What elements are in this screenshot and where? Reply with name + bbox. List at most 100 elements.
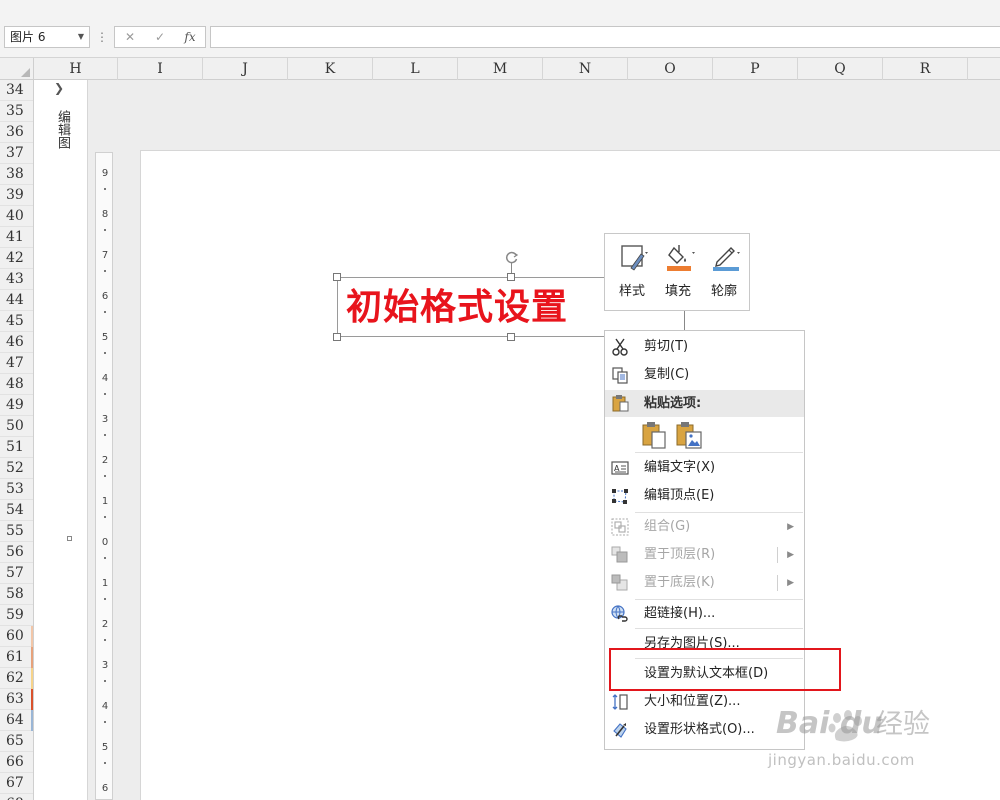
menu-item-send-to-back[interactable]: 置于底层(K) ▶ <box>605 569 804 597</box>
row-number[interactable]: 56 <box>0 542 33 563</box>
style-label: 样式 <box>618 284 645 299</box>
style-button[interactable]: 样式 <box>609 234 655 310</box>
enter-icon[interactable]: ✓ <box>147 27 173 47</box>
row-number[interactable]: 66 <box>0 752 33 773</box>
menu-item-hyperlink[interactable]: 超链接(H)... <box>605 600 804 628</box>
fill-label: 填充 <box>664 284 691 299</box>
menu-item-cut[interactable]: 剪切(T) <box>605 333 804 361</box>
row-number[interactable]: 49 <box>0 395 33 416</box>
edit-text-icon: A <box>611 461 629 475</box>
row-number[interactable]: 52 <box>0 458 33 479</box>
row-number[interactable]: 43 <box>0 269 33 290</box>
paw-logo-icon <box>828 710 862 742</box>
column-header-o[interactable]: O <box>628 58 713 80</box>
outline-button[interactable]: 轮廓 <box>701 234 747 310</box>
edit-pane-label[interactable]: 编辑图 <box>52 110 70 149</box>
row-number[interactable]: 46 <box>0 332 33 353</box>
submenu-arrow-icon[interactable]: ▶ <box>787 541 794 569</box>
menu-item-group[interactable]: 组合(G) ▶ <box>605 513 804 541</box>
column-header-m[interactable]: M <box>458 58 543 80</box>
clipboard-icon <box>612 395 629 412</box>
row-number[interactable]: 64 <box>0 710 33 731</box>
row-number[interactable]: 68 <box>0 794 33 800</box>
menu-item-size-position[interactable]: 大小和位置(Z)... <box>605 688 804 716</box>
column-header: H I J K L M N O P Q R <box>0 58 1000 80</box>
row-number[interactable]: 48 <box>0 374 33 395</box>
menu-item-label: 置于顶层(R) <box>644 547 716 562</box>
row-number[interactable]: 36 <box>0 122 33 143</box>
row-number[interactable]: 63 <box>0 689 33 710</box>
submenu-arrow-icon[interactable]: ▶ <box>787 569 794 597</box>
column-header-j[interactable]: J <box>203 58 288 80</box>
row-number[interactable]: 34 <box>0 80 33 101</box>
bring-to-front-icon <box>611 546 628 563</box>
ruler-label: 6 <box>101 291 109 302</box>
chevron-down-icon[interactable]: ▼ <box>78 27 84 47</box>
formula-input[interactable] <box>210 26 1000 48</box>
row-number[interactable]: 65 <box>0 731 33 752</box>
ruler-tick <box>104 721 106 723</box>
menu-item-edit-text[interactable]: A 编辑文字(X) <box>605 454 804 482</box>
column-header-q[interactable]: Q <box>798 58 883 80</box>
select-all-corner[interactable] <box>0 58 34 80</box>
row-number[interactable]: 47 <box>0 353 33 374</box>
column-header-p[interactable]: P <box>713 58 798 80</box>
row-number[interactable]: 37 <box>0 143 33 164</box>
column-header-i[interactable]: I <box>118 58 203 80</box>
column-header-l[interactable]: L <box>373 58 458 80</box>
formula-bar: 图片 6 ▼ ⋮ ✕ ✓ fx <box>0 0 1000 58</box>
insert-function-icon[interactable]: fx <box>177 27 203 47</box>
paste-keep-source-icon[interactable] <box>641 421 667 449</box>
row-number[interactable]: 39 <box>0 185 33 206</box>
row-number[interactable]: 41 <box>0 227 33 248</box>
row-number[interactable]: 58 <box>0 584 33 605</box>
resize-handle-bottom-left[interactable] <box>333 333 341 341</box>
row-number[interactable]: 57 <box>0 563 33 584</box>
chevron-right-icon[interactable]: ❯ <box>54 82 68 94</box>
column-header-h[interactable]: H <box>34 58 118 80</box>
ruler-label: 2 <box>101 455 109 466</box>
menu-item-format-shape[interactable]: 设置形状格式(O)... <box>605 716 804 744</box>
ruler-label: 9 <box>101 168 109 179</box>
row-number[interactable]: 54 <box>0 500 33 521</box>
column-header-r[interactable]: R <box>883 58 968 80</box>
ruler-label: 8 <box>101 209 109 220</box>
cancel-icon[interactable]: ✕ <box>117 27 143 47</box>
pane-resize-handle[interactable] <box>67 536 72 541</box>
name-box[interactable]: 图片 6 ▼ <box>4 26 90 48</box>
text-box-content[interactable]: 初始格式设置 <box>346 284 568 332</box>
row-number[interactable]: 59 <box>0 605 33 626</box>
menu-item-label: 编辑文字(X) <box>644 460 716 475</box>
row-number[interactable]: 44 <box>0 290 33 311</box>
paste-picture-icon[interactable] <box>675 421 703 449</box>
ruler-tick <box>104 352 106 354</box>
row-number[interactable]: 38 <box>0 164 33 185</box>
row-number[interactable]: 42 <box>0 248 33 269</box>
row-number[interactable]: 40 <box>0 206 33 227</box>
row-number[interactable]: 62 <box>0 668 33 689</box>
row-number[interactable]: 61 <box>0 647 33 668</box>
ruler-label: 1 <box>101 496 109 507</box>
column-header-k[interactable]: K <box>288 58 373 80</box>
row-number[interactable]: 50 <box>0 416 33 437</box>
menu-item-label: 设置形状格式(O)... <box>644 722 755 737</box>
row-number[interactable]: 53 <box>0 479 33 500</box>
row-number[interactable]: 67 <box>0 773 33 794</box>
resize-handle-bottom[interactable] <box>507 333 515 341</box>
drawing-page[interactable] <box>140 150 1000 800</box>
row-number[interactable]: 60 <box>0 626 33 647</box>
menu-item-copy[interactable]: 复制(C) <box>605 361 804 389</box>
menu-item-edit-points[interactable]: 编辑顶点(E) <box>605 482 804 510</box>
row-number[interactable]: 55 <box>0 521 33 542</box>
fill-button[interactable]: 填充 <box>655 234 701 310</box>
more-options-icon[interactable]: ⋮ <box>96 28 108 46</box>
resize-handle-top[interactable] <box>507 273 515 281</box>
resize-handle-top-left[interactable] <box>333 273 341 281</box>
outline-label: 轮廓 <box>710 284 737 299</box>
row-number[interactable]: 45 <box>0 311 33 332</box>
rotate-handle-icon[interactable] <box>505 250 519 264</box>
row-number[interactable]: 51 <box>0 437 33 458</box>
column-header-n[interactable]: N <box>543 58 628 80</box>
menu-item-bring-to-front[interactable]: 置于顶层(R) ▶ <box>605 541 804 569</box>
row-number[interactable]: 35 <box>0 101 33 122</box>
